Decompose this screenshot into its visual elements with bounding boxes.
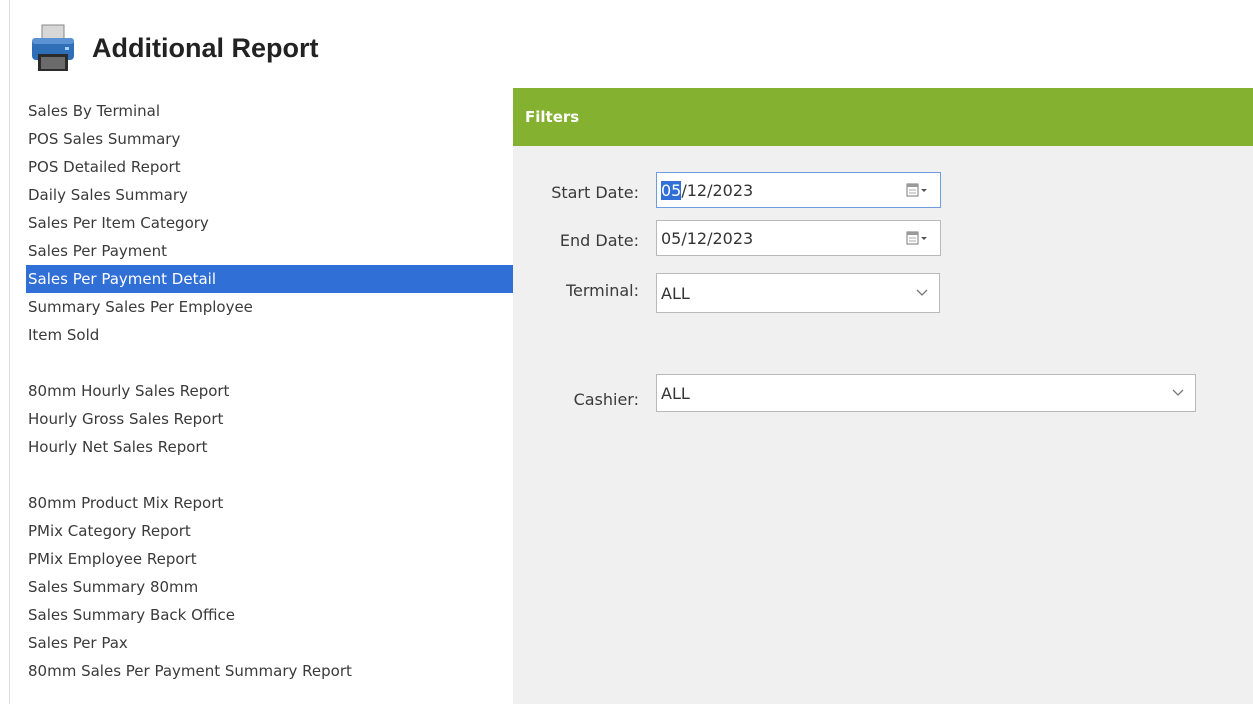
- report-item[interactable]: Hourly Gross Sales Report: [26, 405, 513, 433]
- chevron-down-icon: [916, 289, 928, 296]
- start-date-field[interactable]: 05/12/2023: [656, 172, 941, 208]
- filters-panel: Filters Start Date: 05/12/2023 End Date:…: [513, 88, 1253, 704]
- terminal-select[interactable]: ALL: [656, 273, 940, 313]
- report-item[interactable]: POS Detailed Report: [26, 153, 513, 181]
- start-date-label: Start Date:: [551, 183, 639, 202]
- report-item[interactable]: Sales Summary Back Office: [26, 601, 513, 629]
- report-item[interactable]: Sales Per Pax: [26, 629, 513, 657]
- end-date-calendar-button[interactable]: [902, 221, 934, 255]
- report-item[interactable]: Sales Per Item Category: [26, 209, 513, 237]
- report-item[interactable]: Sales Summary 80mm: [26, 573, 513, 601]
- calendar-icon: [906, 183, 927, 197]
- report-item[interactable]: Daily Sales Summary: [26, 181, 513, 209]
- start-date-month: 05: [661, 180, 682, 200]
- start-date-rest: /12/2023: [681, 180, 754, 200]
- printer-icon: [30, 23, 76, 73]
- page-header: Additional Report: [30, 20, 318, 76]
- end-date-value[interactable]: 05/12/2023: [657, 229, 902, 248]
- filters-header: Filters: [513, 88, 1253, 146]
- page-title: Additional Report: [92, 32, 319, 63]
- report-item-selected[interactable]: Sales Per Payment Detail: [26, 265, 513, 293]
- report-item[interactable]: PMix Employee Report: [26, 545, 513, 573]
- cashier-label: Cashier:: [573, 390, 639, 409]
- report-item[interactable]: 80mm Hourly Sales Report: [26, 377, 513, 405]
- report-item[interactable]: Hourly Net Sales Report: [26, 433, 513, 461]
- calendar-icon: [906, 231, 927, 245]
- end-date-label: End Date:: [559, 231, 639, 250]
- terminal-label: Terminal:: [565, 281, 639, 300]
- end-date-field[interactable]: 05/12/2023: [656, 220, 941, 256]
- report-item[interactable]: PMix Category Report: [26, 517, 513, 545]
- report-item[interactable]: 80mm Product Mix Report: [26, 489, 513, 517]
- start-date-value[interactable]: 05/12/2023: [657, 180, 902, 200]
- report-list: Sales By Terminal POS Sales Summary POS …: [26, 97, 513, 685]
- report-item[interactable]: Summary Sales Per Employee: [26, 293, 513, 321]
- terminal-dropdown-button[interactable]: [909, 274, 935, 312]
- report-item[interactable]: 80mm Sales Per Payment Summary Report: [26, 657, 513, 685]
- report-item[interactable]: Sales Per Payment: [26, 237, 513, 265]
- cashier-value: ALL: [661, 383, 690, 403]
- cashier-select[interactable]: ALL: [656, 374, 1196, 412]
- cashier-dropdown-button[interactable]: [1165, 375, 1191, 411]
- start-date-calendar-button[interactable]: [902, 173, 934, 207]
- report-item[interactable]: POS Sales Summary: [26, 125, 513, 153]
- report-item[interactable]: Item Sold: [26, 321, 513, 349]
- window-left-edge: [9, 0, 10, 704]
- terminal-value: ALL: [661, 283, 690, 303]
- report-item[interactable]: Sales By Terminal: [26, 97, 513, 125]
- chevron-down-icon: [1172, 389, 1184, 396]
